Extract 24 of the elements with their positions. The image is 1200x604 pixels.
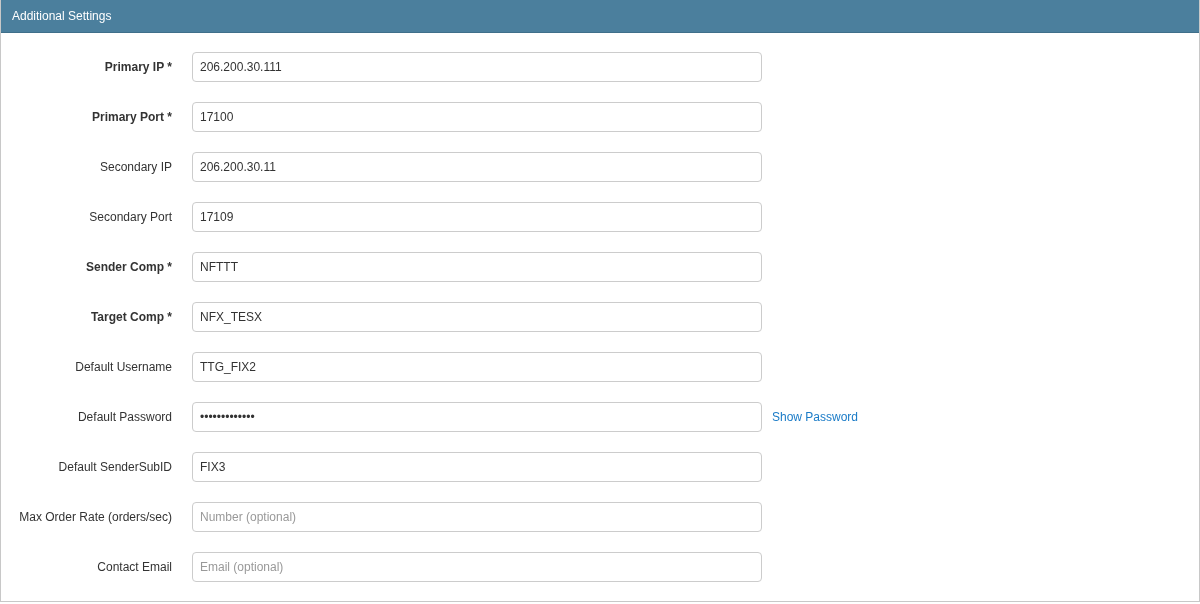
text-field[interactable]: FIX3: [192, 452, 762, 482]
field-label: Default Username: [74, 360, 172, 374]
text-field[interactable]: 17100: [192, 102, 762, 132]
text-field[interactable]: NFTTT: [192, 252, 762, 282]
text-field[interactable]: •••••••••••••: [192, 402, 762, 432]
text-field[interactable]: TTG_FIX2: [192, 352, 762, 382]
text-field[interactable]: 206.200.30.11: [192, 152, 762, 182]
field-label: Sender Comp *: [85, 260, 172, 274]
field-label: Default Password: [76, 410, 172, 424]
text-field[interactable]: NFX_TESX: [192, 302, 762, 332]
field-label: Default SenderSubID: [57, 460, 172, 474]
text-field[interactable]: 206.200.30.111: [192, 52, 762, 82]
field-label: Max Order Rate (orders/sec): [18, 510, 172, 524]
text-field[interactable]: 17109: [192, 202, 762, 232]
field-label: Secondary Port: [88, 210, 172, 224]
field-label: Primary IP *: [103, 60, 172, 74]
field-label: Target Comp *: [89, 310, 172, 324]
field-label: Primary Port *: [90, 110, 172, 124]
show-password-link[interactable]: Show Password: [772, 410, 859, 424]
text-field[interactable]: Email (optional): [192, 552, 762, 582]
field-label: Contact Email: [96, 560, 172, 574]
text-field[interactable]: Number (optional): [192, 502, 762, 532]
panel-header: Additional Settings: [1, 0, 1199, 33]
field-label: Secondary IP: [98, 160, 172, 174]
